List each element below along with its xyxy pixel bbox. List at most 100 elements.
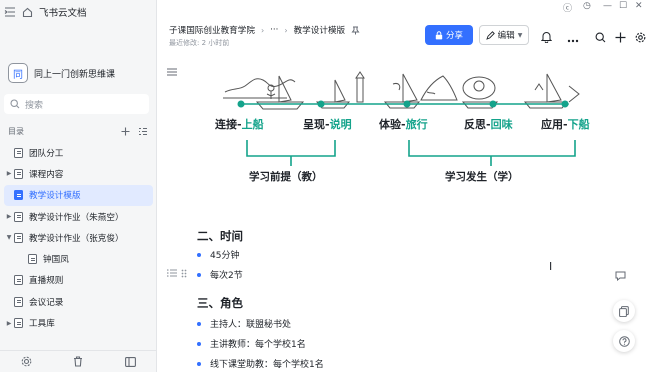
- copy-doc-icon: [619, 305, 629, 317]
- stage-metaphor: 说明: [329, 118, 352, 131]
- toc-label: 目录: [8, 126, 24, 136]
- share-button[interactable]: 分享: [425, 25, 473, 45]
- document-icon: [14, 275, 23, 286]
- space-header[interactable]: 同 同上一门创新思维课: [6, 60, 151, 86]
- stage-label: 连接-上船: [215, 118, 264, 131]
- tree-item-label: 教学设计模版: [29, 191, 81, 202]
- list-item[interactable]: 线下课堂助教：每个学校1名: [197, 357, 324, 370]
- settings-icon[interactable]: [21, 356, 32, 367]
- list-item[interactable]: 主讲教师：每个学校1名: [197, 337, 306, 350]
- lock-icon: [435, 30, 443, 40]
- drag-handle-icon[interactable]: [181, 269, 187, 278]
- trash-icon[interactable]: [73, 356, 83, 367]
- stage-metaphor: 回味: [490, 118, 513, 131]
- feedback-icon[interactable]: ◷: [583, 1, 591, 11]
- app-brand: 飞书云文档: [39, 8, 87, 19]
- chevron-down-icon: ▼: [517, 31, 523, 39]
- tree-item[interactable]: 直播规则: [4, 270, 153, 291]
- app-window: 飞书云文档 同 同上一门创新思维课 搜索 目录 团队分工 ▶ 课程内容 教学设计模: [0, 0, 648, 372]
- notification-bell-icon[interactable]: [540, 28, 553, 47]
- tree-item[interactable]: ▶ 教学设计作业（朱燕空）: [4, 206, 153, 227]
- document-icon: [14, 168, 23, 179]
- stage-metaphor: 下船: [567, 118, 590, 131]
- add-page-icon[interactable]: [121, 127, 130, 136]
- search-input[interactable]: 搜索: [4, 94, 149, 114]
- learning-journey-illustration: [223, 71, 580, 110]
- gear-icon[interactable]: [635, 28, 646, 47]
- minimize-icon[interactable]: —: [603, 1, 612, 11]
- breadcrumb: 子课国际创业教育学院 › ··· › 教学设计模版: [169, 24, 360, 36]
- stage-label: 反思-回味: [464, 118, 513, 131]
- space-logo: 同: [8, 63, 28, 83]
- expand-right-icon[interactable]: ▶: [4, 170, 14, 177]
- section-heading-roles[interactable]: 三、角色: [197, 295, 243, 311]
- toc-header: 目录: [8, 124, 148, 138]
- tree-item-label: 钟国凤: [43, 255, 69, 266]
- tree-options-icon[interactable]: [138, 127, 148, 136]
- document-icon: [28, 254, 37, 265]
- stage-label: 呈现-说明: [303, 118, 352, 131]
- panel-collapse-icon[interactable]: [125, 356, 137, 367]
- edit-label: 编辑: [497, 31, 515, 41]
- create-new-icon[interactable]: [615, 28, 626, 47]
- expand-right-icon[interactable]: ▶: [4, 320, 14, 327]
- search-doc-icon[interactable]: [595, 28, 606, 47]
- pencil-icon: [485, 30, 495, 40]
- close-icon[interactable]: ✕: [635, 1, 643, 11]
- stage-name: 体验: [379, 118, 401, 131]
- document-icon: [14, 296, 23, 307]
- maximize-icon[interactable]: ☐: [619, 1, 627, 11]
- template-float-button[interactable]: [613, 300, 635, 322]
- tree-item-label: 教学设计作业（朱燕空）: [29, 212, 124, 223]
- more-options-icon[interactable]: [567, 28, 579, 47]
- tree-item-active[interactable]: 教学设计模版: [4, 184, 153, 206]
- tree-item[interactable]: ▶ 工具库: [4, 312, 153, 333]
- tree-item[interactable]: ▶ 课程内容: [4, 163, 153, 184]
- stage-metaphor: 上船: [241, 118, 264, 131]
- document-icon: [14, 318, 23, 329]
- space-name: 同上一门创新思维课: [34, 69, 116, 80]
- breadcrumb-root[interactable]: 子课国际创业教育学院: [169, 24, 255, 36]
- collapse-sidebar-icon[interactable]: [4, 7, 16, 17]
- search-icon: [10, 99, 20, 109]
- block-handle[interactable]: [167, 266, 193, 280]
- tree-item[interactable]: 会议记录: [4, 291, 153, 312]
- stage-name: 反思: [464, 118, 486, 131]
- document-icon: [14, 190, 23, 201]
- list-item[interactable]: 主持人：联盟秘书处: [197, 317, 291, 330]
- doc-content: 连接-上船 呈现-说明 体验-旅行 反思-回味 应用-下船 学习前提（教） 学习…: [157, 52, 648, 372]
- tree-item[interactable]: ▼ 教学设计作业（张克俊）: [4, 227, 153, 248]
- tree-item[interactable]: 钟国凤: [4, 248, 153, 269]
- sidebar: 飞书云文档 同 同上一门创新思维课 搜索 目录 团队分工 ▶ 课程内容 教学设计模: [0, 0, 157, 372]
- home-icon[interactable]: [22, 7, 33, 18]
- text-cursor-icon: I: [549, 260, 553, 273]
- edit-mode-button[interactable]: 编辑 ▼: [479, 25, 529, 45]
- question-mark-icon: [618, 335, 630, 347]
- breadcrumb-current[interactable]: 教学设计模版: [294, 24, 346, 36]
- expand-down-icon[interactable]: ▼: [4, 234, 14, 241]
- tree-item-label: 团队分工: [29, 148, 64, 159]
- breadcrumb-separator: ›: [284, 25, 288, 35]
- stage-label: 应用-下船: [541, 118, 590, 131]
- tree-item-label: 教学设计作业（张克俊）: [29, 233, 124, 244]
- stage-name: 连接: [215, 118, 237, 131]
- comment-icon[interactable]: [615, 266, 626, 285]
- stage-label: 体验-旅行: [379, 118, 428, 131]
- outline-toggle-icon[interactable]: [167, 68, 177, 76]
- list-type-icon[interactable]: [167, 269, 177, 277]
- group-label-learning: 学习发生（学）: [445, 171, 519, 183]
- breadcrumb-ellipsis[interactable]: ···: [270, 25, 278, 35]
- help-float-button[interactable]: [613, 330, 635, 352]
- tree-item[interactable]: 团队分工: [4, 142, 153, 163]
- pin-icon[interactable]: [351, 26, 360, 35]
- group-label-teaching: 学习前提（教）: [249, 171, 323, 183]
- tree-item-label: 工具库: [29, 319, 55, 330]
- share-label: 分享: [445, 31, 463, 41]
- section-heading-time[interactable]: 二、时间: [197, 228, 243, 244]
- stage-name: 应用: [541, 118, 563, 131]
- list-item[interactable]: 45分钟: [197, 248, 239, 261]
- help-icon[interactable]: ⓒ: [563, 1, 572, 14]
- expand-right-icon[interactable]: ▶: [4, 213, 14, 220]
- document-icon: [14, 147, 23, 158]
- list-item[interactable]: 每次2节: [197, 268, 243, 281]
